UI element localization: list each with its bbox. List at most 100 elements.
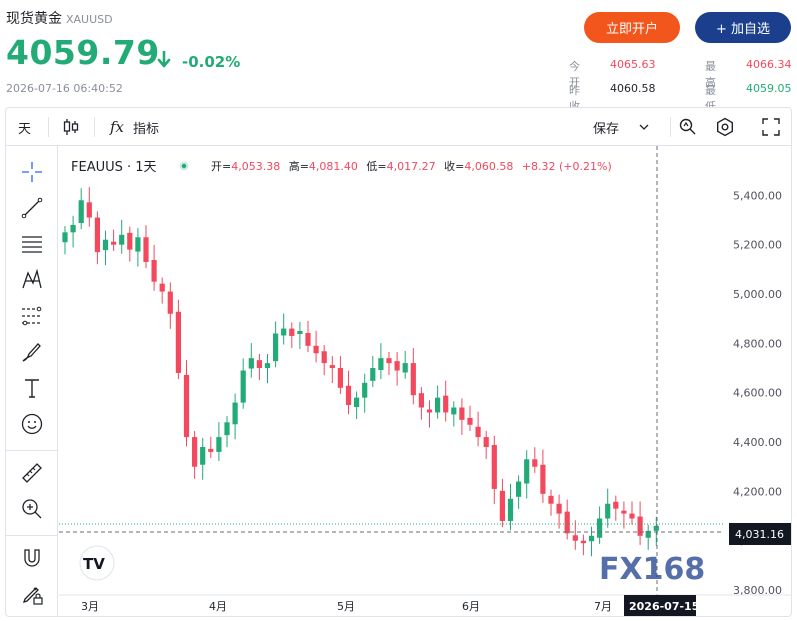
price-axis-tick: 5,000.00 [733,288,782,301]
svg-text:FX168: FX168 [599,552,705,587]
chart-toolbar: 天 fx 指标 保存 [6,108,791,146]
fullscreen-icon[interactable] [762,108,780,146]
svg-text:TV: TV [83,555,105,573]
price-chart[interactable]: 5,400.00 5,200.00 5,000.00 4,800.00 4,600.00… [59,146,791,616]
magnet-icon[interactable] [19,545,45,571]
time-axis-tick: 3月 [81,600,99,613]
candle-body [151,259,157,282]
candle-body [386,358,392,364]
quick-search-icon[interactable] [678,108,698,146]
candle-body [273,333,279,362]
candle-body [248,358,254,369]
time-axis-tick: 7月 [594,600,612,613]
high-value: 4066.34 [746,58,792,71]
candle-body [410,363,416,396]
ohlc-legend: FEAUUS · 1天 开=4,053.38 高=4,081.40 低=4,01… [71,159,612,175]
candle-body [597,518,603,538]
low-value: 4059.05 [746,82,792,95]
instrument-title: 现货黄金 XAUUSD [6,8,113,28]
candle-body [588,535,595,542]
open-account-button[interactable]: 立即开户 [584,12,680,43]
fibonacci-icon[interactable] [19,303,45,329]
legend-values: 开=4,053.38 高=4,081.40 低=4,017.27 收=4,060… [211,159,612,173]
candle-body [653,525,659,531]
candle-body [256,360,262,369]
candle-body [240,370,246,403]
candle-body [62,232,68,243]
candle-body [451,407,457,415]
candle-body [297,331,303,334]
indicators-label: 指标 [133,121,160,137]
candle-body [605,503,611,519]
candle-body [345,385,352,406]
crosshair-icon[interactable] [19,159,45,185]
candle-body [435,397,441,413]
trend-line-icon[interactable] [19,195,45,221]
add-watchlist-button[interactable]: + 加自选 [695,12,791,43]
candle-body [175,311,181,373]
candle-body [216,437,222,452]
lock-drawing-icon[interactable] [19,581,45,607]
candle-body [362,382,368,398]
candle-body [167,291,173,314]
settings-gear-icon[interactable] [715,108,735,146]
price-axis-tick: 5,400.00 [733,189,782,202]
open-value: 4065.63 [610,58,656,71]
candle-body [613,501,619,509]
candle-body [548,495,554,504]
emoji-icon[interactable] [19,411,45,437]
prev-close-value: 4060.58 [610,82,656,95]
price-axis-tick: 4,800.00 [733,337,782,350]
save-button[interactable]: 保存 [593,108,649,146]
text-tool-icon[interactable] [19,375,45,401]
candle-body [86,202,92,218]
candle-body [499,490,505,521]
candle-body [564,511,570,534]
function-icon: fx [110,118,125,136]
candle-body [135,237,141,252]
ruler-icon[interactable] [19,460,45,486]
candle-body [637,516,643,536]
price-axis-tick: 5,200.00 [733,239,782,252]
candle-body [540,464,546,494]
candle-body [232,402,238,425]
candle-body [443,395,449,413]
save-label: 保存 [593,121,620,137]
candle-body [426,409,433,413]
candle-body [507,498,514,521]
candle-body [491,445,497,489]
candle-body [281,328,287,336]
horizontal-lines-icon[interactable] [19,231,45,257]
zoom-in-icon[interactable] [19,496,45,522]
candle-body [264,363,271,369]
price-change-percent: -0.02% [182,53,241,71]
candle-body [459,407,465,420]
candle-body [402,363,408,373]
candle-body [143,237,149,262]
candle-body [127,232,133,250]
candlestick-icon[interactable] [63,108,79,146]
brush-icon[interactable] [19,339,45,365]
candle-body [329,365,335,369]
drawing-toolbar [6,146,58,616]
interval-selector[interactable]: 天 [18,108,31,146]
candle-body [378,358,384,371]
candle-body [111,241,117,245]
candle-body [532,459,538,467]
current-price: 4059.79 [6,33,160,72]
candle-body [370,368,376,381]
candle-body [289,328,295,336]
legend-symbol: FEAUUS · 1天 [71,160,157,175]
candle-body [556,503,562,514]
indicators-button[interactable]: fx 指标 [110,108,159,146]
candle-body [313,345,319,354]
price-axis-tick: 4,400.00 [733,436,782,449]
instrument-symbol: XAUUSD [66,13,113,26]
candle-body [321,351,327,364]
candle-body [78,200,84,223]
pattern-icon[interactable] [19,267,45,293]
candle-body [621,510,627,514]
time-axis-tick: 5月 [337,600,355,613]
candle-body [159,283,165,292]
candle-body [224,422,230,436]
